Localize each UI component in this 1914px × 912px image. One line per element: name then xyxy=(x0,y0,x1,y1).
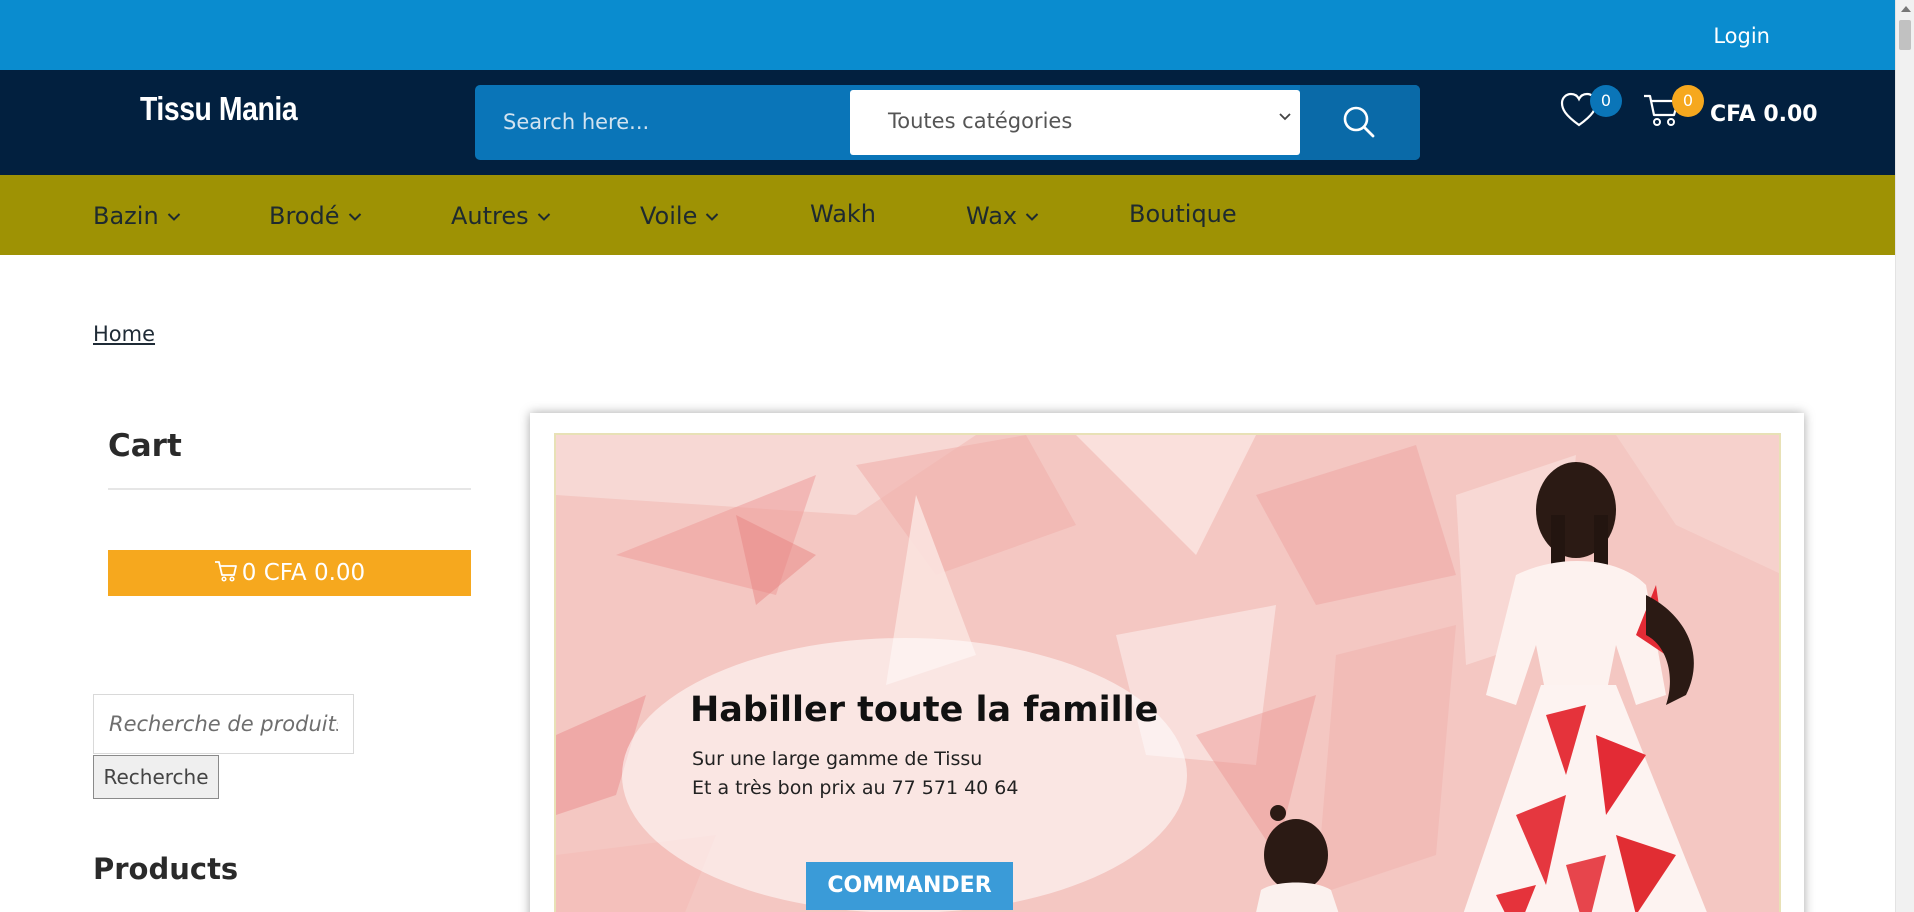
nav-item-label: Boutique xyxy=(1129,200,1237,228)
nav-item-label: Bazin xyxy=(93,202,159,230)
nav-item-wax[interactable]: Wax xyxy=(966,200,1039,230)
nav-item-label: Wax xyxy=(966,202,1018,230)
sidebar-products-title: Products xyxy=(93,852,239,886)
search-input[interactable] xyxy=(503,103,803,141)
category-select-value: Toutes catégories xyxy=(888,109,1073,133)
nav-item-label: Autres xyxy=(451,202,529,230)
nav-item-label: Brodé xyxy=(269,202,340,230)
chevron-down-icon xyxy=(537,200,551,228)
sidebar-cart-title: Cart xyxy=(108,428,182,464)
divider xyxy=(108,488,471,490)
hero-title: Habiller toute la famille xyxy=(690,690,1159,730)
hero-subtitle-line-1: Sur une large gamme de Tissu xyxy=(692,748,983,770)
search-icon xyxy=(1343,106,1375,138)
hero-banner: Habiller toute la famille Sur une large … xyxy=(554,433,1781,912)
sidebar-cart-button-label: 0 CFA 0.00 xyxy=(241,560,366,586)
search-bar: Toutes catégories xyxy=(475,85,1420,160)
nav-item-label: Voile xyxy=(640,202,698,230)
nav-item-boutique[interactable]: Boutique xyxy=(1129,200,1237,228)
header-cart-total[interactable]: CFA 0.00 xyxy=(1710,102,1818,127)
top-bar: Login xyxy=(0,0,1895,70)
page: Login Tissu Mania Toutes catégories xyxy=(0,0,1914,912)
nav-item-bazin[interactable]: Bazin xyxy=(93,200,181,230)
chevron-down-icon xyxy=(705,200,719,228)
scroll-up-arrow-icon[interactable] xyxy=(1901,6,1911,12)
hero-subtitle-line-2: Et a très bon prix au 77 571 40 64 xyxy=(692,777,1019,799)
sidebar-cart-button[interactable]: 0 CFA 0.00 xyxy=(108,550,471,596)
search-button[interactable] xyxy=(1300,85,1420,160)
order-button[interactable]: COMMANDER xyxy=(806,862,1013,910)
hero-slider: Habiller toute la famille Sur une large … xyxy=(530,413,1804,912)
site-header: Tissu Mania Toutes catégories 0 xyxy=(0,70,1895,175)
category-select[interactable]: Toutes catégories xyxy=(850,90,1300,155)
cart-icon xyxy=(214,561,237,582)
page-scrollbar[interactable] xyxy=(1895,0,1914,912)
wishlist-count-badge: 0 xyxy=(1590,85,1622,117)
scrollbar-thumb[interactable] xyxy=(1899,20,1911,50)
nav-item-label: Wakh xyxy=(810,200,877,228)
chevron-down-icon xyxy=(1278,108,1292,129)
main-nav: Bazin Brodé Autres Voile Wakh Wax Boutiq… xyxy=(0,175,1895,255)
product-search-input[interactable] xyxy=(93,694,354,754)
nav-item-autres[interactable]: Autres xyxy=(451,200,551,230)
chevron-down-icon xyxy=(167,200,181,228)
nav-item-wakh[interactable]: Wakh xyxy=(810,200,876,228)
chevron-down-icon xyxy=(348,200,362,228)
login-link[interactable]: Login xyxy=(1713,24,1770,48)
chevron-down-icon xyxy=(1025,200,1039,228)
breadcrumb-home[interactable]: Home xyxy=(93,322,155,346)
nav-item-voile[interactable]: Voile xyxy=(640,200,719,230)
nav-item-brode[interactable]: Brodé xyxy=(269,200,362,230)
product-search-button[interactable]: Recherche xyxy=(93,755,219,799)
site-logo[interactable]: Tissu Mania xyxy=(140,90,298,128)
cart-count-badge: 0 xyxy=(1672,85,1704,117)
